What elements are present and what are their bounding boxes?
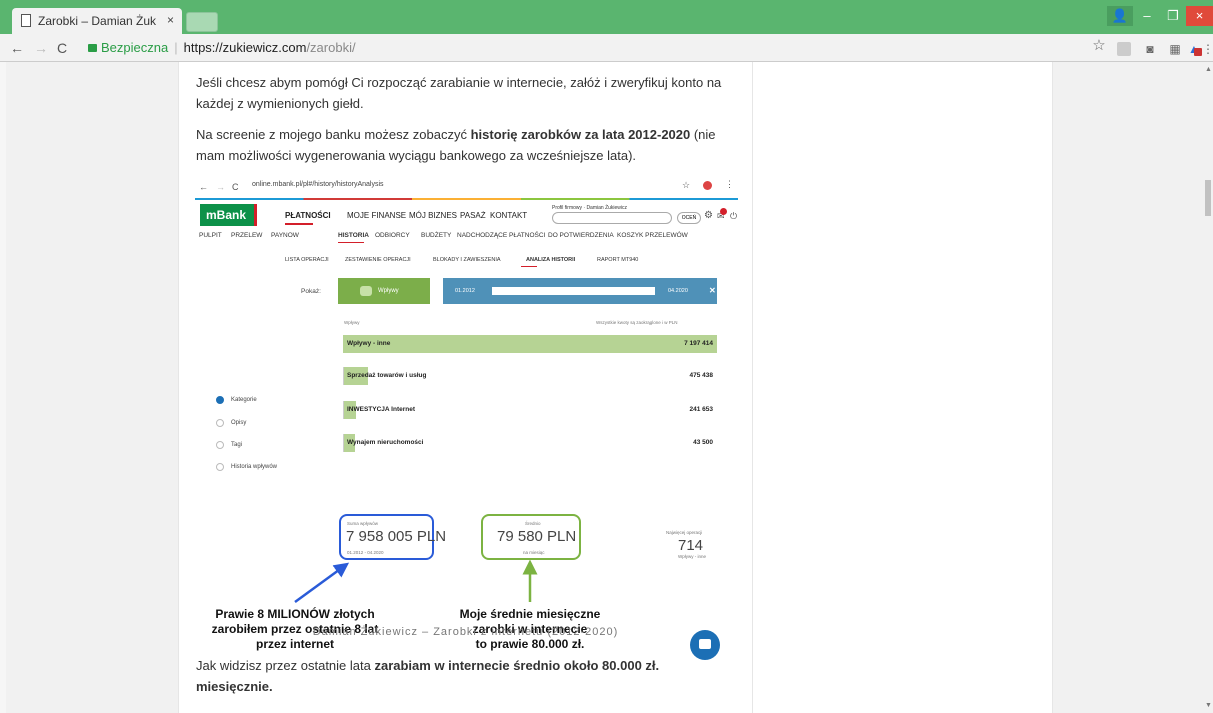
url-host: https://zukiewicz.com <box>183 40 307 55</box>
tab-title: Zarobki – Damian Żukiew <box>38 14 156 28</box>
bank-screenshot-image: ← → C online.mbank.pl/pl#/history/histor… <box>195 177 738 660</box>
new-tab-button[interactable] <box>186 12 218 32</box>
intro-text: Jeśli chcesz abym pomógł Ci rozpocząć za… <box>196 75 722 111</box>
browser-toolbar: ← → C Bezpieczna | https://zukiewicz.com/z… <box>0 34 1213 62</box>
blue-arrow <box>294 562 350 604</box>
left-edge <box>0 62 6 713</box>
camera-extension-icon[interactable]: ◙ <box>1143 42 1157 56</box>
annotation-left-line: Prawie 8 MILIONÓW złotych <box>215 607 375 621</box>
drop-extension-icon[interactable]: ▲ <box>1187 42 1202 56</box>
close-window-button[interactable]: × <box>1186 6 1213 26</box>
address-separator: | <box>174 40 178 55</box>
scroll-up-icon[interactable]: ▲ <box>1205 66 1212 73</box>
page-viewport: ▲ ▼ Jeśli chcesz abym pomógł Ci rozpoczą… <box>0 62 1213 713</box>
image-caption: Damian Żukiewicz – Zarobki z internetu (… <box>312 626 619 638</box>
title-bar: Zarobki – Damian Żukiew × 👤 – ❐ × <box>0 0 1213 34</box>
tab-close-icon[interactable]: × <box>167 13 174 27</box>
scrollbar-thumb[interactable] <box>1205 180 1211 216</box>
bookmark-star-icon[interactable]: ☆ <box>1092 38 1106 53</box>
page-icon <box>21 14 31 27</box>
back-icon[interactable]: ← <box>10 40 24 56</box>
intro-paragraph: Jeśli chcesz abym pomógł Ci rozpocząć za… <box>196 72 736 114</box>
summary-paragraph: Jak widzisz przez ostatnie lata zarabiam… <box>196 655 736 697</box>
browser-menu-icon[interactable]: ⋮ <box>1201 42 1213 56</box>
scroll-down-icon[interactable]: ▼ <box>1205 702 1212 709</box>
calendar-extension-icon[interactable]: ▦ <box>1168 42 1182 56</box>
annotation-right-line: Moje średnie miesięczne <box>459 607 601 621</box>
right-sidebar <box>753 62 1053 713</box>
secure-label: Bezpieczna <box>101 40 169 55</box>
history-text: Na screenie z mojego banku możesz zobacz… <box>196 127 471 142</box>
annotation-left-line: przez internet <box>255 637 334 651</box>
history-paragraph: Na screenie z mojego banku możesz zobacz… <box>196 124 736 166</box>
address-bar[interactable]: Bezpieczna | https://zukiewicz.com/zarobki… <box>80 37 1070 59</box>
summary-text: Jak widzisz przez ostatnie lata <box>196 658 375 673</box>
reload-icon[interactable]: C <box>57 40 67 56</box>
browser-tab[interactable]: Zarobki – Damian Żukiew × <box>12 8 182 34</box>
forward-icon[interactable]: → <box>34 40 48 56</box>
extension-icon[interactable] <box>1117 42 1131 56</box>
url-path: /zarobki/ <box>306 40 356 55</box>
maximize-button[interactable]: ❐ <box>1160 6 1186 26</box>
page-scrollbar[interactable]: ▲ ▼ <box>1203 62 1213 713</box>
minimize-button[interactable]: – <box>1134 6 1160 26</box>
annotation-arrows <box>294 559 538 604</box>
history-bold: historię zarobków za lata 2012-2020 <box>470 127 691 142</box>
lock-icon <box>88 44 97 52</box>
chat-bubble <box>699 639 711 649</box>
annotation-right-line: to prawie 80.000 zł. <box>475 637 585 651</box>
user-icon[interactable]: 👤 <box>1107 6 1133 26</box>
